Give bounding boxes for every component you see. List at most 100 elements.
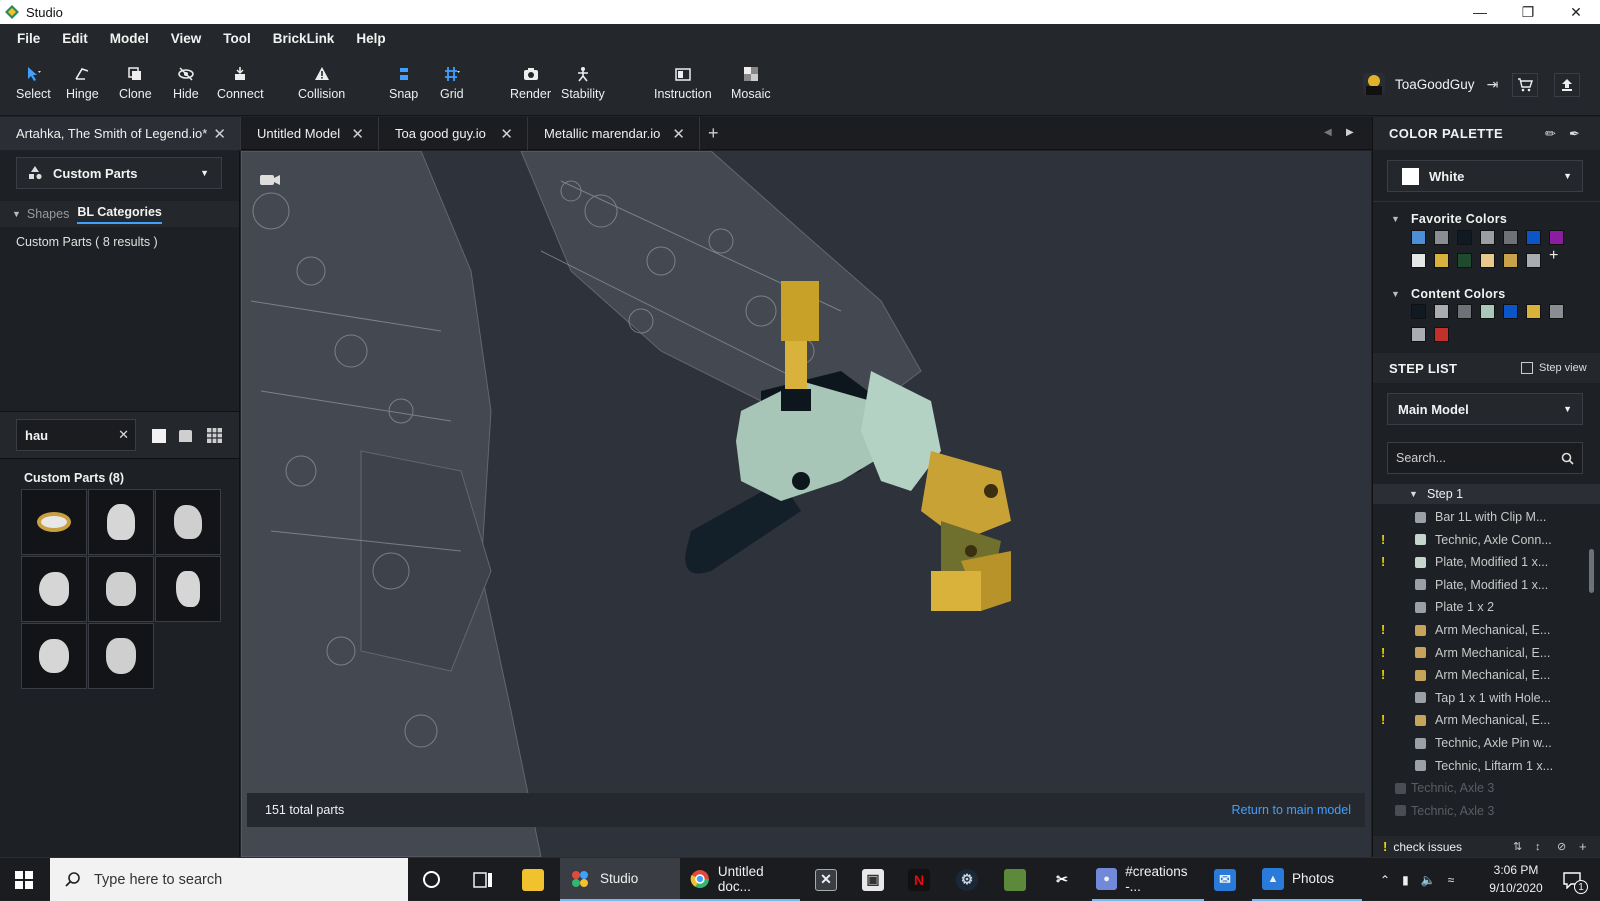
tab-untitled-model[interactable]: Untitled Model ✕ xyxy=(241,117,379,150)
return-to-main-model-link[interactable]: Return to main model xyxy=(1231,803,1351,817)
taskbar-search-input[interactable]: Type here to search xyxy=(94,872,222,888)
close-tab-icon[interactable]: ✕ xyxy=(672,125,685,143)
chevron-down-icon[interactable]: ▼ xyxy=(1391,214,1400,224)
step-list-item[interactable]: Bar 1L with Clip M... xyxy=(1373,506,1600,528)
clone-tool-button[interactable]: Clone xyxy=(119,65,152,101)
part-thumbnail[interactable] xyxy=(21,623,87,689)
step-list-scrollbar[interactable] xyxy=(1589,549,1594,593)
stability-tool-button[interactable]: Stability xyxy=(561,65,605,101)
collapse-all-icon[interactable]: ⇅ xyxy=(1513,840,1522,853)
restore-button[interactable]: ❐ xyxy=(1504,0,1552,24)
color-swatch[interactable] xyxy=(1549,304,1564,319)
color-swatch[interactable] xyxy=(1434,327,1449,342)
menu-bricklink[interactable]: BrickLink xyxy=(262,24,346,53)
step-list-item[interactable]: Technic, Liftarm 1 x... xyxy=(1373,755,1600,777)
taskbar-chrome[interactable]: Untitled doc... xyxy=(680,858,800,901)
color-swatch[interactable] xyxy=(1434,230,1449,245)
step-view-checkbox[interactable] xyxy=(1521,362,1533,374)
wifi-icon[interactable]: ≈ xyxy=(1448,873,1455,887)
color-swatch[interactable] xyxy=(1549,230,1564,245)
part-search-input[interactable]: hau xyxy=(25,428,48,443)
chevron-down-icon[interactable]: ▼ xyxy=(12,209,21,219)
mosaic-tool-button[interactable]: Mosaic xyxy=(731,65,771,101)
avatar[interactable] xyxy=(1363,73,1385,95)
part-thumbnail[interactable] xyxy=(155,556,221,622)
menu-view[interactable]: View xyxy=(160,24,213,53)
taskbar-x-app[interactable]: ✕ xyxy=(815,858,837,901)
color-swatch[interactable] xyxy=(1480,230,1495,245)
step-list-item[interactable]: ! Arm Mechanical, E... xyxy=(1373,709,1600,731)
eyedropper-icon[interactable]: ✒ xyxy=(1569,126,1580,142)
brick-view-icon[interactable] xyxy=(179,430,192,442)
battery-icon[interactable]: ▮ xyxy=(1402,873,1409,887)
color-swatch[interactable] xyxy=(1503,304,1518,319)
color-swatch[interactable] xyxy=(1480,253,1495,268)
step-list-item[interactable]: ! Technic, Axle Conn... xyxy=(1373,529,1600,551)
color-swatch[interactable] xyxy=(1503,230,1518,245)
color-swatch[interactable] xyxy=(1411,327,1426,342)
select-tool-button[interactable]: Select xyxy=(16,65,51,101)
menu-edit[interactable]: Edit xyxy=(51,24,99,53)
task-view-button[interactable] xyxy=(473,858,493,901)
color-swatch[interactable] xyxy=(1457,253,1472,268)
color-swatch[interactable] xyxy=(1526,230,1541,245)
minimize-button[interactable]: — xyxy=(1456,0,1504,24)
grid-view-icon[interactable] xyxy=(207,428,222,443)
step-list-item[interactable]: Plate 1 x 2 xyxy=(1373,596,1600,618)
close-tab-icon[interactable]: ✕ xyxy=(351,125,364,143)
part-thumbnail[interactable] xyxy=(155,489,221,555)
nav-shapes[interactable]: Shapes xyxy=(27,207,69,221)
step-search-input[interactable]: Search... xyxy=(1396,451,1446,465)
step-group-header[interactable]: ▼ Step 1 xyxy=(1373,484,1600,504)
step-list-item[interactable]: Plate, Modified 1 x... xyxy=(1373,574,1600,596)
volume-icon[interactable]: 🔈 xyxy=(1421,873,1436,887)
hinge-tool-button[interactable]: Hinge xyxy=(66,65,99,101)
step-list-item[interactable]: ! Plate, Modified 1 x... xyxy=(1373,551,1600,573)
paint-roller-icon[interactable]: ✏ xyxy=(1545,126,1556,142)
step-list-item-dimmed[interactable]: Technic, Axle 3 xyxy=(1373,777,1600,799)
taskbar-netflix[interactable]: N xyxy=(908,858,930,901)
tab-toa-good-guy[interactable]: Toa good guy.io ✕ xyxy=(379,117,528,150)
upload-button[interactable] xyxy=(1554,73,1580,97)
render-tool-button[interactable]: Render xyxy=(510,65,551,101)
part-thumbnail[interactable] xyxy=(88,623,154,689)
taskbar-studio[interactable]: Studio xyxy=(560,858,680,901)
new-tab-button[interactable]: + xyxy=(708,123,719,144)
nav-bl-categories[interactable]: BL Categories xyxy=(77,205,162,224)
step-list-item-dimmed[interactable]: Technic, Axle 3 xyxy=(1373,800,1600,822)
color-swatch[interactable] xyxy=(1411,230,1426,245)
cart-button[interactable] xyxy=(1512,73,1538,97)
3d-viewport[interactable]: 151 total parts Return to main model xyxy=(241,151,1371,857)
menu-tool[interactable]: Tool xyxy=(212,24,262,53)
step-search-field[interactable]: Search... xyxy=(1387,442,1583,474)
grid-tool-button[interactable]: Grid xyxy=(440,65,464,101)
snap-tool-button[interactable]: Snap xyxy=(389,65,418,101)
color-swatch[interactable] xyxy=(1411,253,1426,268)
chevron-down-icon[interactable]: ▼ xyxy=(1391,289,1400,299)
taskbar-photos[interactable]: ▲ Photos xyxy=(1252,858,1362,901)
check-issues-label[interactable]: check issues xyxy=(1393,840,1462,854)
notification-center-button[interactable]: 1 xyxy=(1562,858,1588,901)
chevron-up-icon[interactable]: ⌃ xyxy=(1380,873,1390,887)
step-list-item[interactable]: Technic, Axle Pin w... xyxy=(1373,732,1600,754)
clear-search-icon[interactable]: ✕ xyxy=(118,427,129,443)
file-explorer-button[interactable] xyxy=(522,858,544,901)
hide-tool-button[interactable]: Hide xyxy=(173,65,199,101)
taskbar-minecraft[interactable] xyxy=(1004,858,1026,901)
add-step-icon[interactable]: + xyxy=(1579,839,1587,854)
category-dropdown[interactable]: Custom Parts ▼ xyxy=(16,157,222,189)
connect-tool-button[interactable]: Connect xyxy=(217,65,264,101)
cortana-button[interactable] xyxy=(423,858,440,901)
color-swatch[interactable] xyxy=(1434,304,1449,319)
color-swatch[interactable] xyxy=(1526,304,1541,319)
color-filter-square-icon[interactable] xyxy=(152,429,166,443)
hide-step-icon[interactable]: ⊘ xyxy=(1557,840,1566,853)
step-list-item[interactable]: ! Arm Mechanical, E... xyxy=(1373,642,1600,664)
color-swatch[interactable] xyxy=(1411,304,1426,319)
menu-model[interactable]: Model xyxy=(99,24,160,53)
clock[interactable]: 3:06 PM 9/10/2020 xyxy=(1476,861,1556,897)
close-tab-icon[interactable]: ✕ xyxy=(213,125,226,143)
model-select-dropdown[interactable]: Main Model ▼ xyxy=(1387,393,1583,425)
part-search-field[interactable]: hau ✕ xyxy=(16,419,136,451)
expand-all-icon[interactable]: ↕ xyxy=(1535,841,1541,853)
